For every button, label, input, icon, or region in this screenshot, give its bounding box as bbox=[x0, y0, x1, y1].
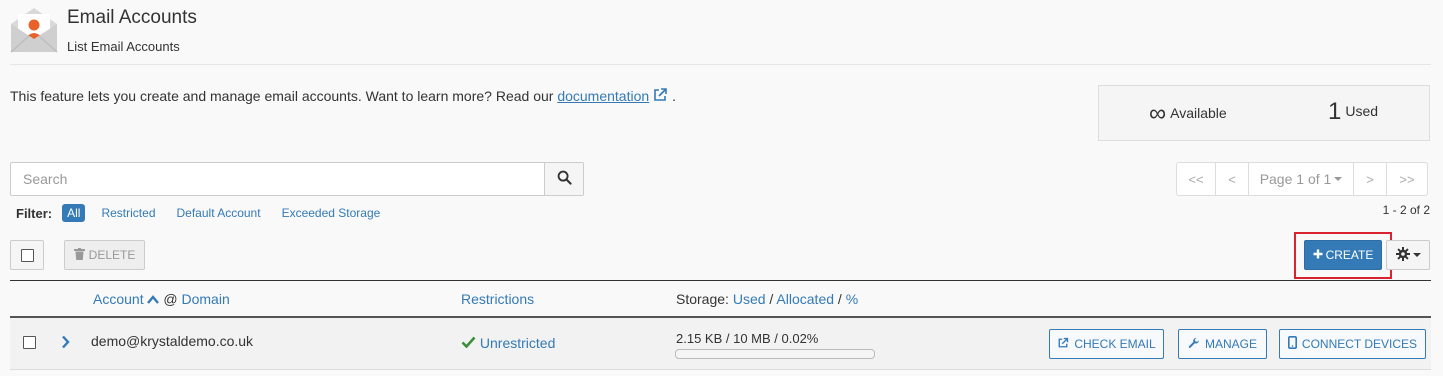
trash-icon bbox=[73, 247, 85, 263]
email-accounts-logo-icon bbox=[9, 6, 59, 54]
header-divider bbox=[10, 64, 1431, 65]
manage-label: MANAGE bbox=[1204, 337, 1257, 351]
page-subtitle: List Email Accounts bbox=[67, 39, 180, 54]
at-sign: @ bbox=[163, 291, 178, 307]
checkmark-icon bbox=[461, 335, 476, 351]
select-all-checkbox[interactable] bbox=[10, 240, 44, 270]
sort-restrictions-link[interactable]: Restrictions bbox=[461, 291, 534, 307]
sort-domain-link[interactable]: Domain bbox=[181, 291, 229, 307]
chevron-down-icon bbox=[1334, 177, 1343, 181]
search-input[interactable] bbox=[11, 163, 545, 195]
page-select[interactable]: Page 1 of 1 bbox=[1248, 162, 1354, 196]
used-value: 1 bbox=[1328, 98, 1342, 125]
filter-label: Filter: bbox=[16, 205, 53, 221]
page-select-label: Page 1 of 1 bbox=[1259, 171, 1332, 187]
chevron-down-icon bbox=[1412, 253, 1421, 257]
plus-icon bbox=[1313, 248, 1323, 262]
account-stats-box: ∞ Available 1 Used bbox=[1098, 85, 1430, 141]
filter-restricted[interactable]: Restricted bbox=[96, 204, 160, 222]
delete-button[interactable]: DELETE bbox=[64, 240, 145, 270]
last-page-button[interactable]: >> bbox=[1386, 162, 1428, 196]
connect-devices-button[interactable]: CONNECT DEVICES bbox=[1279, 329, 1426, 359]
search-box bbox=[10, 162, 584, 196]
intro-suffix: . bbox=[672, 88, 676, 104]
restriction-label: Unrestricted bbox=[479, 335, 556, 351]
external-link-icon[interactable] bbox=[652, 87, 668, 103]
infinity-value: ∞ bbox=[1149, 100, 1167, 127]
storage-label: Storage: bbox=[676, 291, 729, 307]
prev-page-button[interactable]: < bbox=[1215, 162, 1249, 196]
page-title: Email Accounts bbox=[67, 7, 197, 28]
used-label: Used bbox=[1345, 103, 1379, 119]
checkbox-box bbox=[23, 336, 36, 349]
header-account-domain: Account @ Domain bbox=[93, 291, 230, 307]
table-header: Account @ Domain Restrictions Storage: U… bbox=[10, 280, 1431, 318]
row-checkbox[interactable] bbox=[23, 336, 36, 349]
stat-used: 1 Used bbox=[1328, 98, 1378, 126]
header-storage: Storage: Used / Allocated / % bbox=[676, 291, 859, 307]
restriction-status[interactable]: Unrestricted bbox=[461, 335, 555, 351]
delete-label: DELETE bbox=[88, 248, 136, 262]
create-label: CREATE bbox=[1325, 248, 1374, 262]
stat-available: ∞ Available bbox=[1149, 100, 1227, 128]
check-email-label: CHECK EMAIL bbox=[1074, 337, 1156, 351]
intro-text: This feature lets you create and manage … bbox=[10, 87, 676, 104]
external-link-icon bbox=[1057, 337, 1069, 352]
search-icon bbox=[557, 170, 572, 188]
filter-bar: Filter: All Restricted Default Account E… bbox=[16, 203, 396, 223]
expand-chevron-icon[interactable] bbox=[61, 335, 70, 352]
storage-progress-bar bbox=[675, 349, 875, 359]
account-email: demo@krystaldemo.co.uk bbox=[91, 333, 254, 349]
sort-used-link[interactable]: Used bbox=[733, 291, 766, 307]
sort-asc-icon bbox=[147, 291, 160, 307]
settings-dropdown-button[interactable] bbox=[1386, 240, 1430, 270]
sort-account-link[interactable]: Account bbox=[93, 291, 144, 307]
pagination: << < Page 1 of 1 > >> bbox=[1176, 162, 1428, 196]
gear-icon bbox=[1395, 246, 1410, 264]
filter-default-account[interactable]: Default Account bbox=[172, 204, 266, 222]
mobile-phone-icon bbox=[1287, 336, 1297, 352]
documentation-link[interactable]: documentation bbox=[557, 88, 649, 104]
intro-text-body: This feature lets you create and manage … bbox=[10, 88, 558, 104]
filter-exceeded-storage[interactable]: Exceeded Storage bbox=[277, 204, 386, 222]
create-button[interactable]: CREATE bbox=[1304, 240, 1382, 270]
sort-percent-link[interactable]: % bbox=[846, 291, 858, 307]
next-page-button[interactable]: > bbox=[1353, 162, 1387, 196]
check-email-button[interactable]: CHECK EMAIL bbox=[1049, 329, 1164, 359]
search-button[interactable] bbox=[544, 163, 583, 195]
header-restrictions: Restrictions bbox=[461, 291, 534, 307]
first-page-button[interactable]: << bbox=[1176, 162, 1216, 196]
wrench-icon bbox=[1188, 337, 1200, 352]
sort-allocated-link[interactable]: Allocated bbox=[776, 291, 834, 307]
checkbox-box bbox=[20, 248, 34, 262]
storage-usage-text: 2.15 KB / 10 MB / 0.02% bbox=[676, 331, 819, 346]
connect-devices-label: CONNECT DEVICES bbox=[1301, 337, 1418, 351]
filter-all[interactable]: All bbox=[62, 204, 86, 222]
manage-button[interactable]: MANAGE bbox=[1178, 329, 1267, 359]
result-count: 1 - 2 of 2 bbox=[1382, 203, 1430, 217]
table-row: demo@krystaldemo.co.uk Unrestricted 2.15… bbox=[10, 318, 1431, 370]
available-label: Available bbox=[1170, 105, 1227, 121]
